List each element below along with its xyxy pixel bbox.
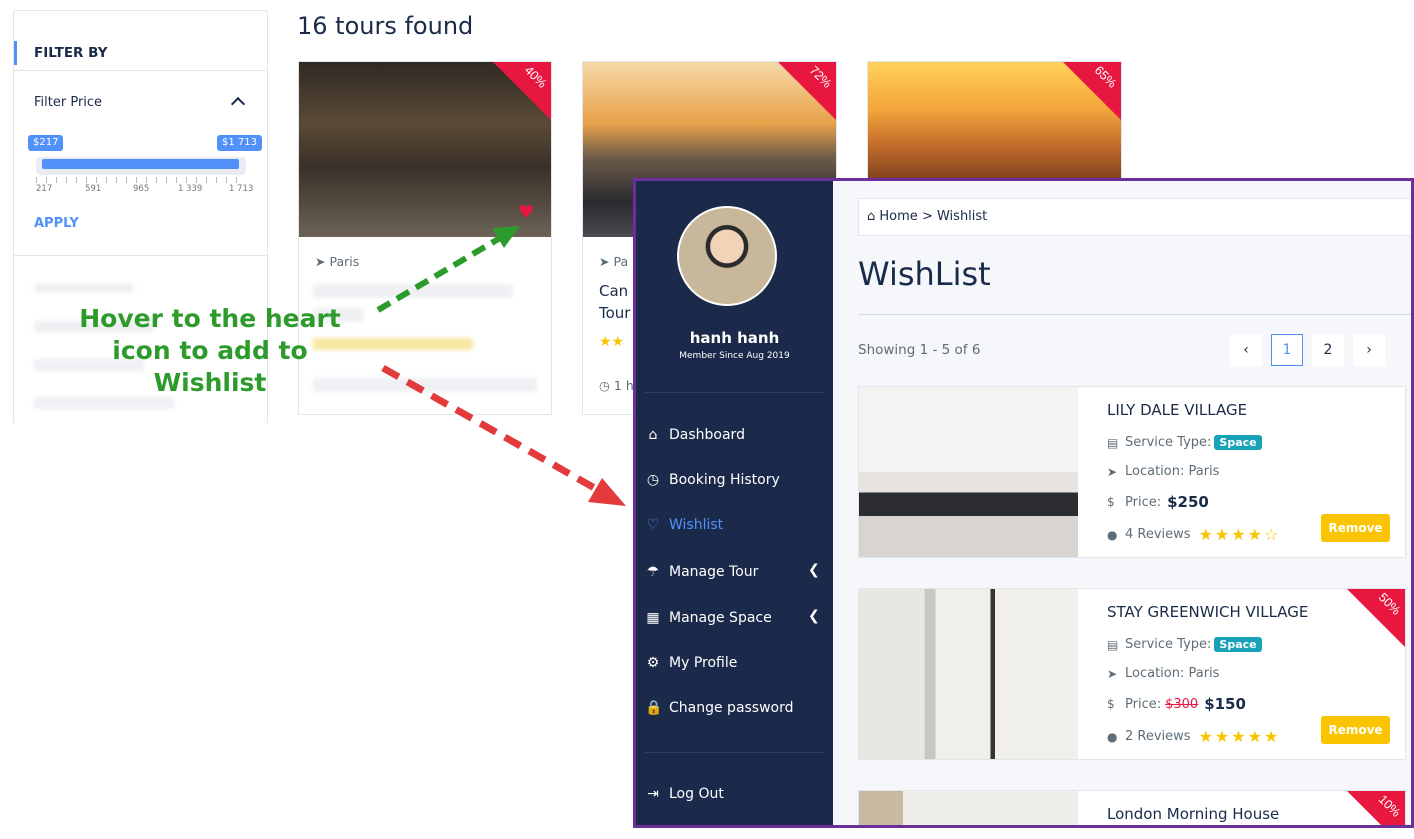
home-icon: ⌂ xyxy=(648,427,658,443)
menu-label: Booking History xyxy=(669,472,780,488)
list-icon: ▤ xyxy=(1107,637,1119,652)
sidebar-item-logout[interactable]: ⇥ Log Out xyxy=(645,786,724,802)
red-arrow-line xyxy=(381,364,600,494)
remove-button[interactable]: Remove xyxy=(1321,514,1390,542)
item-title[interactable]: STAY GREENWICH VILLAGE xyxy=(1107,603,1308,621)
old-price: $300 xyxy=(1165,696,1199,712)
item-image[interactable] xyxy=(859,791,1078,825)
item-price: $ Price: $250 xyxy=(1107,493,1209,511)
annotation-line: icon to add to Wishlist xyxy=(112,336,308,397)
sidebar-item-dashboard[interactable]: ⌂ Dashboard xyxy=(645,427,745,443)
chevron-left-icon[interactable]: ❮ xyxy=(808,608,820,624)
menu-label: Manage Space xyxy=(669,610,772,626)
sidebar-item-my-profile[interactable]: ⚙ My Profile xyxy=(645,655,738,671)
paper-plane-icon: ➤ xyxy=(1107,464,1118,479)
divider xyxy=(644,752,825,753)
annotation-line: Hover to the heart xyxy=(79,304,341,333)
red-arrow-head xyxy=(588,478,626,506)
item-location: ➤ Location: Paris xyxy=(1107,464,1219,479)
menu-label: Change password xyxy=(669,700,794,716)
results-summary: Showing 1 - 5 of 6 xyxy=(858,342,981,358)
menu-label: Dashboard xyxy=(669,427,745,443)
item-image[interactable] xyxy=(859,387,1078,557)
item-reviews: ● 4 Reviews ★★★★☆ xyxy=(1107,525,1280,544)
menu-label: My Profile xyxy=(669,655,738,671)
pagination-page-1[interactable]: 1 xyxy=(1271,334,1303,366)
service-label: Service Type: xyxy=(1125,435,1212,450)
breadcrumb-home[interactable]: Home xyxy=(879,209,917,224)
location-text: Location: Paris xyxy=(1125,464,1220,479)
breadcrumb-separator: > xyxy=(921,209,933,224)
divider xyxy=(644,392,825,393)
home-icon: ⌂ xyxy=(867,209,876,224)
umbrella-icon: ☂ xyxy=(646,564,660,580)
item-image[interactable] xyxy=(859,589,1078,759)
wishlist-panel: hanh hanh Member Since Aug 2019 ⌂ Dashboa… xyxy=(633,178,1414,828)
star-rating: ★★★★☆ xyxy=(1198,525,1281,544)
item-title[interactable]: London Morning House xyxy=(1107,805,1279,823)
service-label: Service Type: xyxy=(1125,637,1212,652)
list-icon: ▤ xyxy=(1107,435,1119,450)
paper-plane-icon: ➤ xyxy=(1107,666,1118,681)
avatar xyxy=(677,206,777,306)
price-value: $250 xyxy=(1167,493,1209,511)
pagination-page-2[interactable]: 2 xyxy=(1312,334,1344,366)
item-price: $ Price: $300 $150 xyxy=(1107,695,1246,713)
award-icon: ● xyxy=(1107,527,1118,542)
service-type: ▤ Service Type: Space xyxy=(1107,435,1262,450)
reviews-text: 2 Reviews xyxy=(1125,729,1191,744)
sidebar-item-wishlist[interactable]: ♡ Wishlist xyxy=(645,517,723,533)
money-bag-icon: $ xyxy=(1107,697,1115,711)
wishlist-item: 10% London Morning House xyxy=(858,790,1406,825)
logout-icon: ⇥ xyxy=(647,786,659,802)
wishlist-item: LILY DALE VILLAGE ▤ Service Type: Space ➤ L… xyxy=(858,386,1406,558)
menu-label: Wishlist xyxy=(669,517,724,533)
service-badge: Space xyxy=(1214,435,1262,450)
item-location: ➤ Location: Paris xyxy=(1107,666,1219,681)
menu-label: Manage Tour xyxy=(669,564,759,580)
pagination-next[interactable]: › xyxy=(1353,334,1385,366)
sidebar-item-change-password[interactable]: 🔒 Change password xyxy=(645,700,794,716)
service-badge: Space xyxy=(1214,637,1262,652)
price-label: Price: xyxy=(1125,696,1162,712)
user-name: hanh hanh xyxy=(689,329,780,347)
green-arrow-line xyxy=(376,235,502,313)
gears-icon: ⚙ xyxy=(646,655,660,671)
award-icon: ● xyxy=(1107,729,1118,744)
heart-icon: ♡ xyxy=(646,517,660,533)
annotation-text: Hover to the heart icon to add to Wishli… xyxy=(60,303,360,399)
item-reviews: ● 2 Reviews ★★★★★ xyxy=(1107,727,1280,746)
divider xyxy=(858,314,1411,315)
chevron-left-icon[interactable]: ❮ xyxy=(808,562,820,578)
item-title[interactable]: LILY DALE VILLAGE xyxy=(1107,401,1247,419)
location-text: Location: Paris xyxy=(1125,666,1220,681)
star-rating: ★★★★★ xyxy=(1198,727,1281,746)
page-title: WishList xyxy=(858,255,991,293)
money-bag-icon: $ xyxy=(1107,495,1115,509)
clock-icon: ◷ xyxy=(646,472,660,488)
service-type: ▤ Service Type: Space xyxy=(1107,637,1262,652)
lock-icon: 🔒 xyxy=(645,700,663,716)
sidebar-item-booking-history[interactable]: ◷ Booking History xyxy=(645,472,780,488)
user-sidebar: hanh hanh Member Since Aug 2019 ⌂ Dashboa… xyxy=(636,181,833,825)
pagination-prev[interactable]: ‹ xyxy=(1230,334,1262,366)
sidebar-item-manage-space[interactable]: ▦ Manage Space xyxy=(645,610,772,626)
discount-ribbon xyxy=(1347,589,1405,647)
breadcrumb: ⌂ Home > Wishlist xyxy=(858,198,1411,236)
price-value: $150 xyxy=(1204,695,1246,713)
sidebar-item-manage-tour[interactable]: ☂ Manage Tour xyxy=(645,564,759,580)
remove-button[interactable]: Remove xyxy=(1321,716,1390,744)
menu-label: Log Out xyxy=(669,786,724,802)
member-since: Member Since Aug 2019 xyxy=(679,351,790,361)
breadcrumb-current: Wishlist xyxy=(936,209,988,224)
building-icon: ▦ xyxy=(646,610,660,626)
price-label: Price: xyxy=(1125,494,1162,510)
reviews-text: 4 Reviews xyxy=(1125,527,1191,542)
wishlist-main: ⌂ Home > Wishlist WishList Showing 1 - 5… xyxy=(833,181,1411,825)
wishlist-item: 50% STAY GREENWICH VILLAGE ▤ Service Type… xyxy=(858,588,1406,760)
